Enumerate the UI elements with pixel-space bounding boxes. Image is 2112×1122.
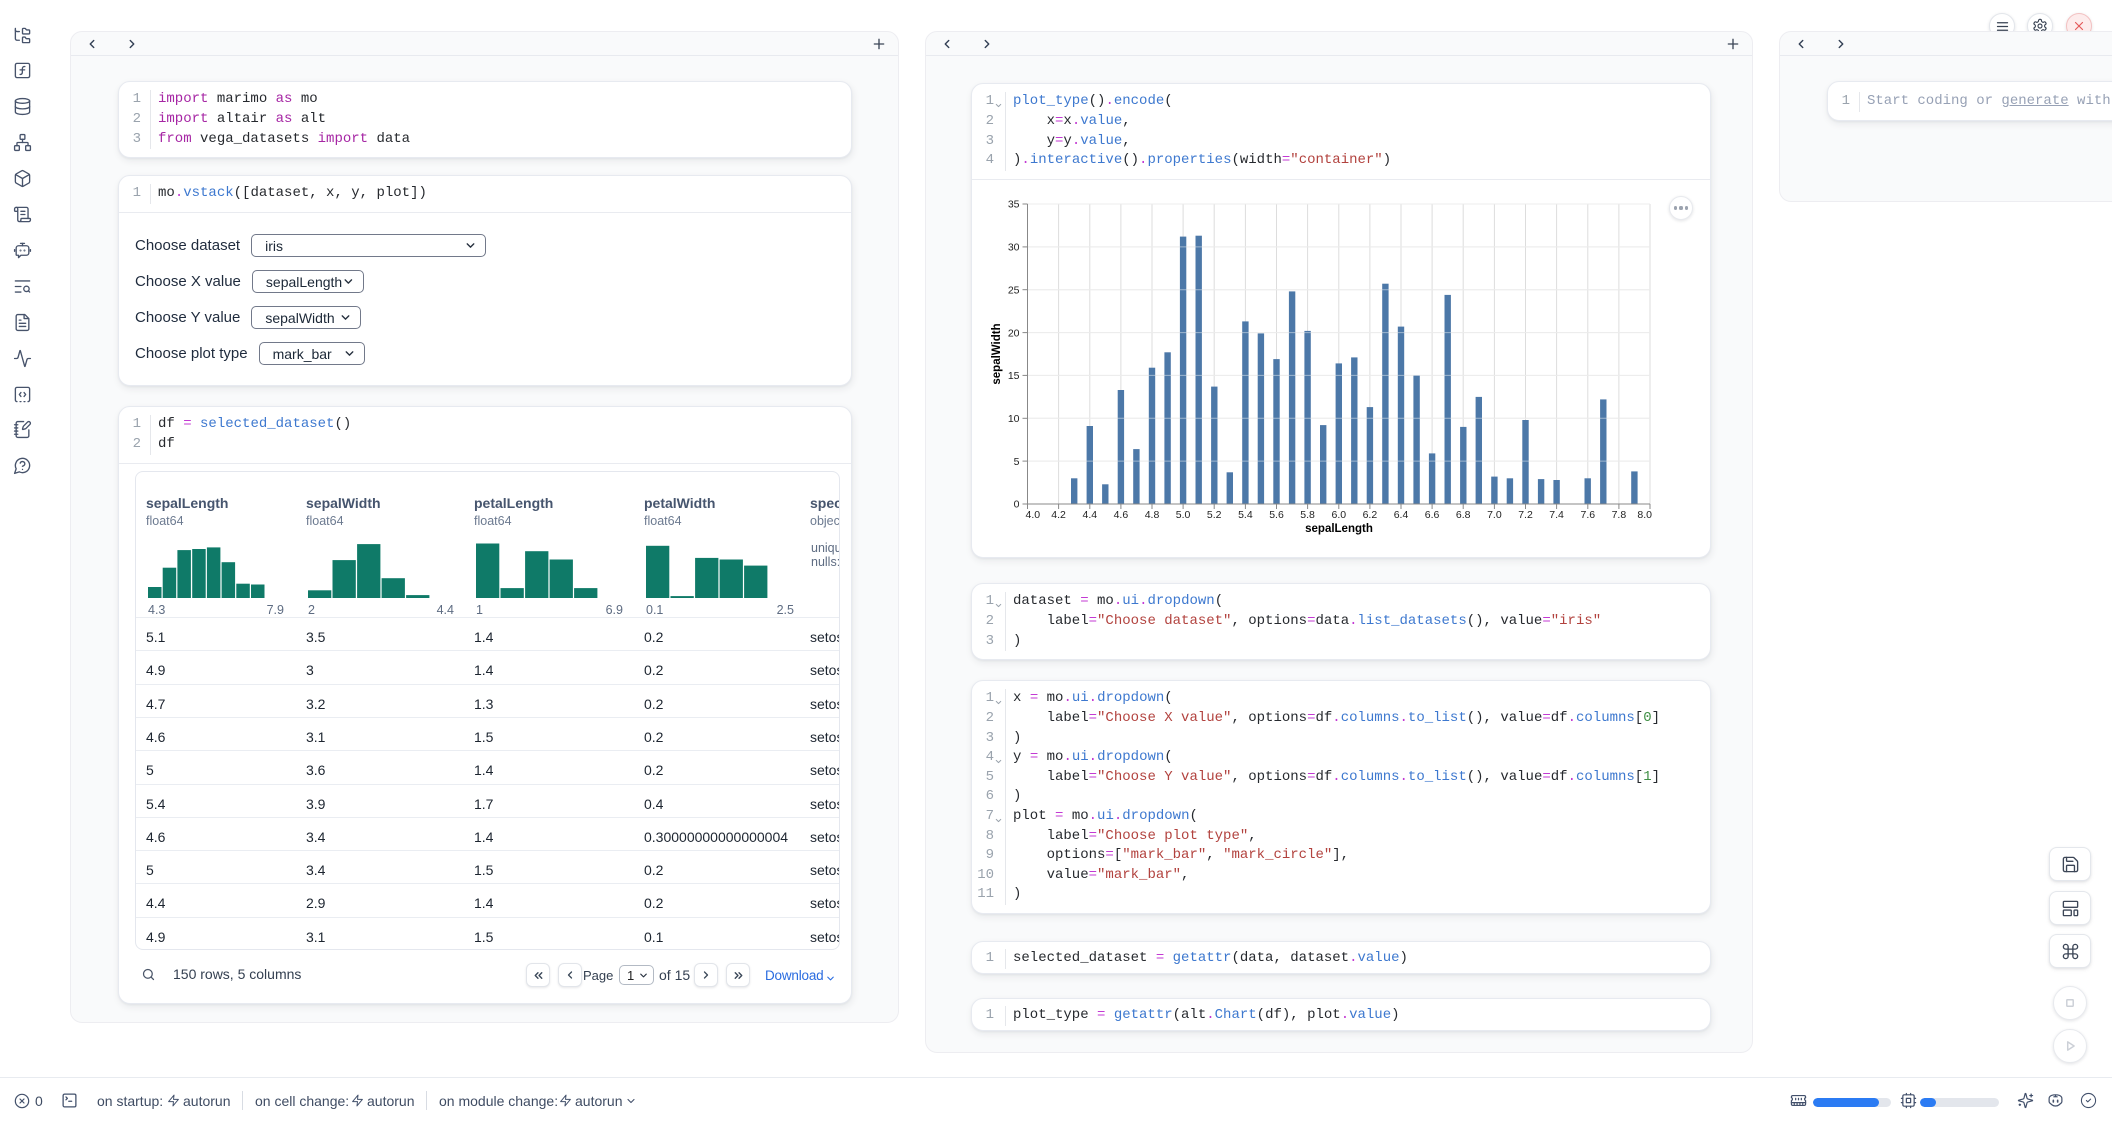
svg-text:6.2: 6.2 xyxy=(1363,509,1378,521)
svg-text:5.2: 5.2 xyxy=(1207,509,1222,521)
svg-text:6.0: 6.0 xyxy=(1331,509,1346,521)
svg-text:15: 15 xyxy=(1008,370,1020,382)
svg-text:25: 25 xyxy=(1008,284,1020,296)
svg-text:7.0: 7.0 xyxy=(1487,509,1502,521)
svg-text:7.6: 7.6 xyxy=(1580,509,1595,521)
svg-text:7.4: 7.4 xyxy=(1549,509,1564,521)
svg-text:4.4: 4.4 xyxy=(1082,509,1097,521)
svg-text:7.2: 7.2 xyxy=(1518,509,1533,521)
svg-text:5: 5 xyxy=(1014,456,1020,468)
svg-text:4.0: 4.0 xyxy=(1026,509,1041,521)
svg-text:4.8: 4.8 xyxy=(1145,509,1160,521)
svg-text:5.0: 5.0 xyxy=(1176,509,1191,521)
svg-text:sepalLength: sepalLength xyxy=(1305,523,1373,535)
svg-text:0: 0 xyxy=(1014,499,1020,511)
svg-text:35: 35 xyxy=(1008,199,1020,211)
svg-text:20: 20 xyxy=(1008,327,1020,339)
svg-text:6.4: 6.4 xyxy=(1394,509,1409,521)
svg-text:6.6: 6.6 xyxy=(1425,509,1440,521)
svg-text:4.2: 4.2 xyxy=(1051,509,1066,521)
svg-text:5.4: 5.4 xyxy=(1238,509,1253,521)
svg-text:10: 10 xyxy=(1008,413,1020,425)
svg-text:6.8: 6.8 xyxy=(1456,509,1471,521)
svg-text:8.0: 8.0 xyxy=(1637,509,1652,521)
svg-text:4.6: 4.6 xyxy=(1114,509,1129,521)
svg-text:5.6: 5.6 xyxy=(1269,509,1284,521)
svg-text:7.8: 7.8 xyxy=(1612,509,1627,521)
svg-text:sepalWidth: sepalWidth xyxy=(991,323,1003,384)
svg-text:5.8: 5.8 xyxy=(1300,509,1315,521)
svg-text:30: 30 xyxy=(1008,242,1020,254)
